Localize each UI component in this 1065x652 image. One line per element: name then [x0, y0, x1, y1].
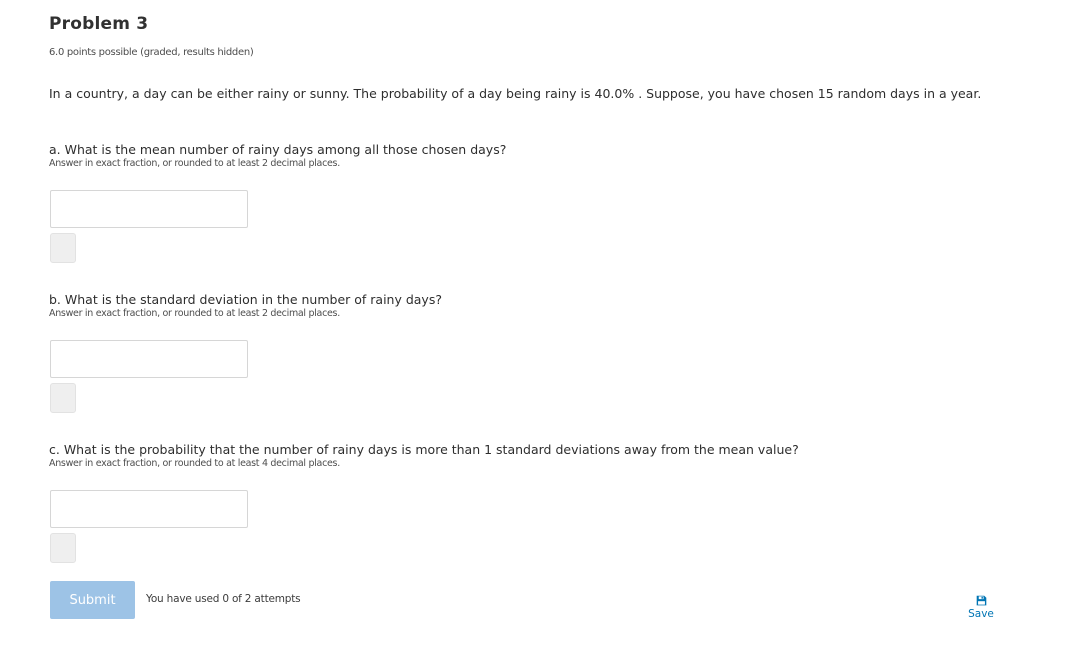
submit-button[interactable]: Submit — [50, 581, 135, 619]
answer-status-a — [50, 233, 76, 263]
question-c: c. What is the probability that the numb… — [49, 442, 1039, 470]
attempts-info: You have used 0 of 2 attempts — [146, 593, 301, 605]
answer-status-c — [50, 533, 76, 563]
save-button[interactable]: Save — [967, 595, 995, 620]
question-c-hint: Answer in exact fraction, or rounded to … — [49, 458, 340, 469]
points-info: 6.0 points possible (graded, results hid… — [49, 47, 254, 58]
question-b: b. What is the standard deviation in the… — [49, 292, 1039, 320]
answer-status-b — [50, 383, 76, 413]
question-a: a. What is the mean number of rainy days… — [49, 142, 1039, 170]
question-a-hint: Answer in exact fraction, or rounded to … — [49, 158, 340, 169]
save-label: Save — [968, 608, 994, 620]
question-c-text: c. What is the probability that the numb… — [49, 442, 799, 457]
save-icon — [976, 595, 986, 606]
question-b-hint: Answer in exact fraction, or rounded to … — [49, 308, 340, 319]
answer-input-b[interactable] — [50, 340, 248, 378]
problem-prompt: In a country, a day can be either rainy … — [49, 86, 982, 101]
question-b-text: b. What is the standard deviation in the… — [49, 292, 442, 307]
answer-input-a[interactable] — [50, 190, 248, 228]
problem-title: Problem 3 — [49, 14, 149, 34]
answer-input-c[interactable] — [50, 490, 248, 528]
question-a-text: a. What is the mean number of rainy days… — [49, 142, 507, 157]
